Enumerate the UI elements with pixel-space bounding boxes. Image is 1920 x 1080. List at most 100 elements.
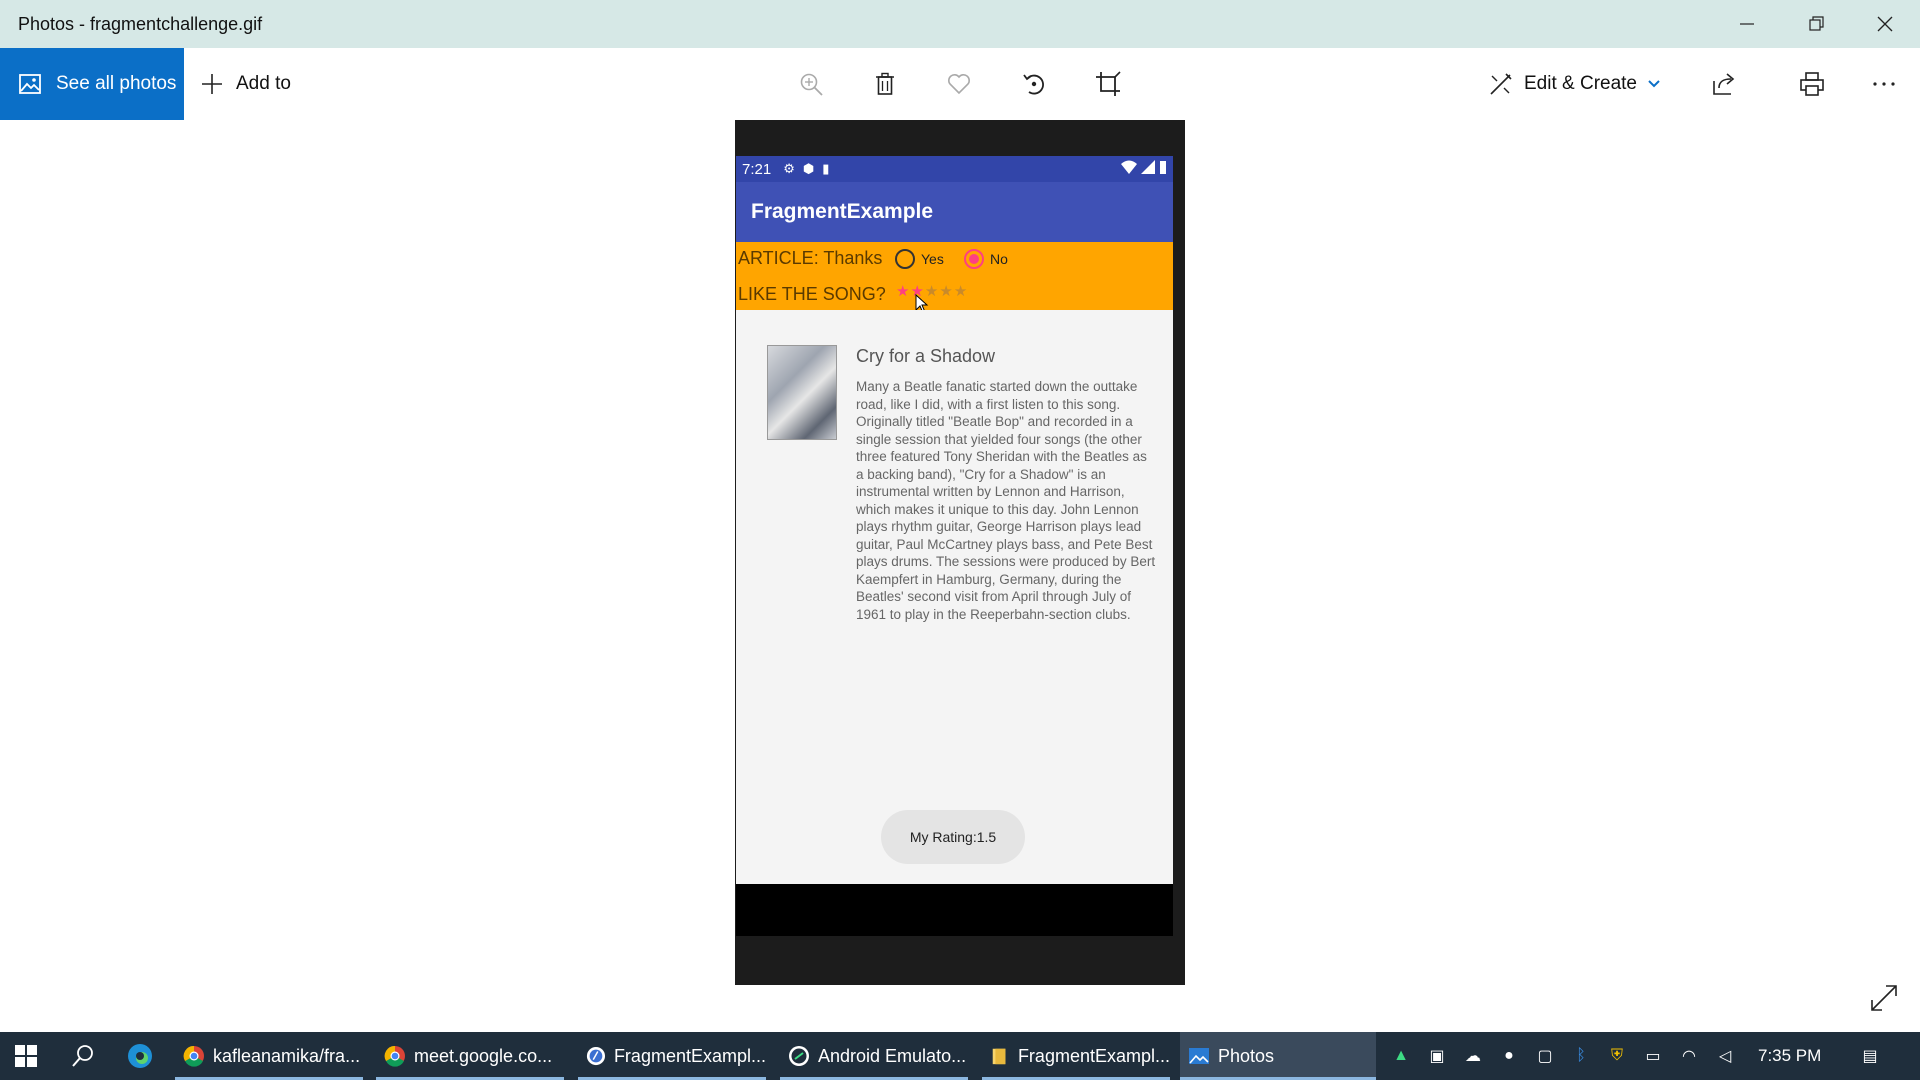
edit-icon [1490,73,1512,95]
close-button[interactable] [1850,0,1920,48]
taskbar: kafleanamika/fra... meet.google.co... Fr… [0,1032,1920,1080]
rotate-icon [1023,74,1044,95]
zoom-button[interactable] [793,66,829,102]
minimize-icon [1740,23,1754,25]
taskbar-item-label: meet.google.co... [414,1045,553,1066]
share-button[interactable] [1706,66,1742,102]
windows-icon [15,1045,37,1067]
see-all-photos-label: See all photos [56,73,177,94]
plus-icon [202,74,222,94]
zoom-in-icon [800,73,823,96]
taskbar-item-photos[interactable]: Photos [1180,1032,1376,1080]
radio-yes-label: Yes [921,251,944,267]
feedback-panel: ARTICLE: Thanks Yes No LIKE THE SONG? ★ ★… [736,242,1173,314]
edit-create-button[interactable]: Edit & Create [1488,48,1661,120]
start-button[interactable] [0,1032,52,1080]
add-to-label: Add to [236,73,291,94]
shield-icon: ⬢ [802,161,815,176]
search-icon [72,1045,93,1067]
window-title: Photos - fragmentchallenge.gif [18,13,263,34]
song-title: Cry for a Shadow [856,346,996,366]
taskbar-item-label: FragmentExampl... [1017,1045,1170,1066]
radio-circle-checked [964,249,984,269]
signal-icon [1141,160,1155,174]
notifications-icon[interactable]: ▤ [1858,1044,1882,1068]
battery-icon[interactable]: ▭ [1641,1044,1665,1068]
android-emulator-icon [789,1046,809,1066]
radio-circle [895,249,915,269]
radio-no-label: No [990,251,1008,267]
taskbar-item-label: FragmentExampl... [613,1045,766,1066]
print-button[interactable] [1794,66,1830,102]
chrome-icon [384,1045,405,1067]
network-icon[interactable]: ◠ [1677,1044,1701,1068]
meet-now-icon[interactable]: ▣ [1425,1044,1449,1068]
search-button[interactable] [58,1032,108,1080]
app-bar: FragmentExample [736,182,1173,242]
microphone-icon[interactable]: ● [1497,1044,1521,1068]
song-description: Many a Beatle fanatic started down the o… [856,379,1156,622]
app-title: FragmentExample [751,200,934,223]
clock[interactable]: 7:35 PM [1758,1032,1821,1080]
taskbar-item-chrome-1[interactable]: kafleanamika/fra... [175,1032,363,1080]
delete-button[interactable] [867,66,903,102]
minimize-button[interactable] [1712,0,1782,48]
chrome-icon [183,1045,204,1067]
print-icon [1800,72,1824,96]
folder-icon [992,1048,1006,1065]
taskbar-item-label: kafleanamika/fra... [213,1045,361,1066]
rating-star[interactable]: ★ [896,282,909,300]
command-bar: See all photos Add to Edit & Create [0,48,1920,120]
android-status-bar: 7:21 ⚙ ⬢ ▮ [736,156,1173,182]
article-label: ARTICLE: Thanks [738,248,883,268]
bluetooth-icon[interactable]: ᛒ [1569,1044,1593,1068]
taskbar-item-chrome-2[interactable]: meet.google.co... [376,1032,564,1080]
security-icon[interactable]: ⛨ [1605,1044,1629,1068]
heart-icon [948,74,970,95]
crop-icon [1096,71,1121,96]
favorite-button[interactable] [941,66,977,102]
rating-star[interactable]: ★ [954,282,967,300]
volume-icon[interactable]: ◁ [1713,1044,1737,1068]
taskbar-item-android-studio[interactable]: FragmentExampl... [578,1032,766,1080]
restore-button[interactable] [1781,0,1851,48]
edge-icon [128,1044,152,1068]
taskbar-item-label: Photos [1218,1045,1275,1066]
edit-create-label: Edit & Create [1524,73,1637,94]
wifi-icon [1121,160,1137,174]
like-song-label: LIKE THE SONG? [738,284,886,304]
taskbar-item-file-explorer[interactable]: FragmentExampl... [982,1032,1170,1080]
android-tray-icon[interactable]: ▲ [1389,1044,1413,1068]
taskbar-item-android-emulator[interactable]: Android Emulato... [780,1032,968,1080]
rotate-button[interactable] [1016,66,1052,102]
chevron-down-icon [1648,80,1660,88]
battery-icon [1160,161,1166,174]
share-icon [1713,73,1735,95]
photo-icon [19,74,41,94]
add-to-button[interactable]: Add to [200,48,291,120]
onedrive-icon[interactable]: ☁ [1461,1044,1485,1068]
trash-icon [876,72,894,95]
more-options-button[interactable] [1866,66,1902,102]
ellipsis-icon [1873,82,1895,86]
rating-star[interactable]: ★ [939,282,952,300]
screen-icon[interactable]: ▢ [1533,1044,1557,1068]
rating-bar[interactable]: ★ ★ ★ ★ ★ [896,282,967,300]
title-bar: Photos - fragmentchallenge.gif [0,0,1920,48]
restore-icon [1809,16,1824,31]
taskbar-item-label: Android Emulato... [818,1045,967,1066]
fullscreen-icon[interactable] [1866,980,1902,1016]
sd-card-icon: ▮ [822,161,830,176]
android-studio-icon [586,1046,606,1066]
android-nav-bar [736,884,1173,936]
crop-button[interactable] [1090,66,1126,102]
see-all-photos-button[interactable]: See all photos [0,48,184,120]
edge-button[interactable] [120,1032,166,1080]
settings-icon: ⚙ [783,161,795,176]
radio-no[interactable]: No [964,249,1008,269]
photos-icon [1189,1048,1209,1064]
my-rating-toast: My Rating:1.5 [881,810,1025,864]
status-time: 7:21 [742,160,772,178]
radio-yes[interactable]: Yes [895,249,944,269]
article-content: Cry for a Shadow Many a Beatle fanatic s… [736,310,1173,884]
